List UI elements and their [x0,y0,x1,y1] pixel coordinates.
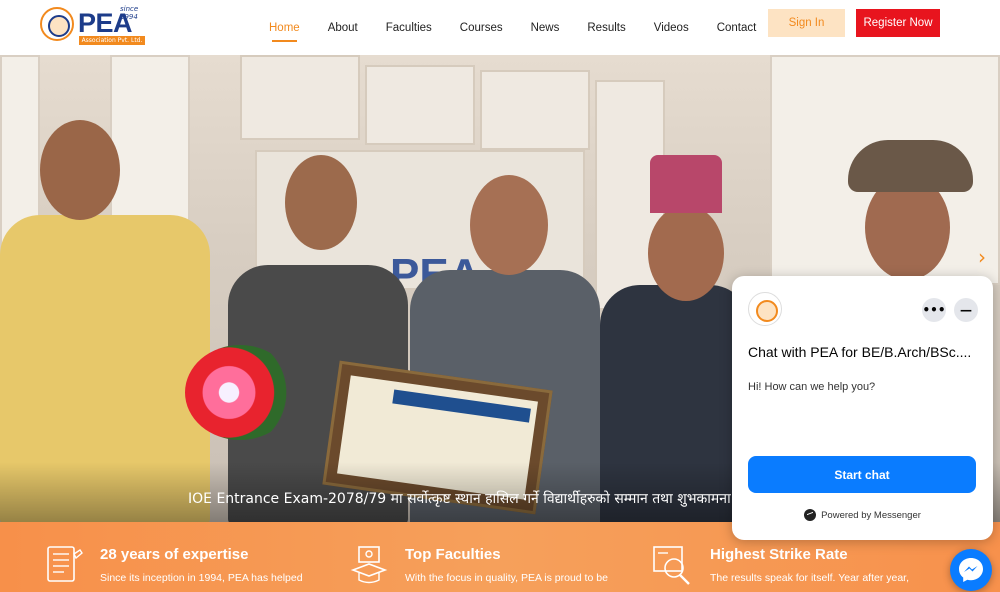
teacher-board-icon [350,546,388,584]
flower-bouquet [185,345,295,440]
feature-desc: The results speak for itself. Year after… [710,572,910,584]
signin-button[interactable]: Sign In [768,9,845,37]
start-chat-button[interactable]: Start chat [748,456,976,493]
hero-caption: IOE Entrance Exam-2078/79 मा सर्वोत्कृष्… [188,491,731,507]
nav-contact[interactable]: Contact [717,22,757,34]
minimize-icon[interactable]: — [954,298,978,322]
more-options-icon[interactable]: ••• [922,298,946,322]
flat-cap [848,140,973,192]
nav-about[interactable]: About [328,22,358,34]
dhaka-topi [650,155,722,213]
feature-desc: Since its inception in 1994, PEA has hel… [100,572,303,584]
messenger-icon [959,558,983,582]
person-head [285,155,357,250]
register-button[interactable]: Register Now [856,9,940,37]
powered-by-messenger: Powered by Messenger [732,509,993,521]
search-target-icon [653,546,690,585]
wall-cabinet [240,55,360,140]
feature-title: Top Faculties [405,546,501,563]
nav-news[interactable]: News [531,22,560,34]
feature-title: Highest Strike Rate [710,546,848,563]
site-header: since 1994 PEA Association Pvt. Ltd. Hom… [0,0,1000,55]
nav-home[interactable]: Home [269,22,300,42]
messenger-mini-icon [804,509,817,521]
pea-logo[interactable]: since 1994 PEA Association Pvt. Ltd. [40,4,148,45]
wall-cabinet [480,70,590,150]
nav-faculties[interactable]: Faculties [386,22,432,34]
wall-cabinet [365,65,475,145]
powered-by-text: Powered by Messenger [821,509,921,521]
main-nav: Home About Faculties Courses News Result… [255,0,770,55]
feature-desc: With the focus in quality, PEA is proud … [405,572,608,584]
messenger-launcher-button[interactable] [950,549,992,591]
nav-videos[interactable]: Videos [654,22,689,34]
document-list-icon [47,546,83,582]
logo-seal-icon [40,7,74,41]
slider-next-icon[interactable]: › [978,247,996,267]
nav-results[interactable]: Results [587,22,625,34]
page-avatar [748,292,782,326]
nav-courses[interactable]: Courses [460,22,503,34]
chat-title: Chat with PEA for BE/B.Arch/BSc.... [748,344,972,360]
person-head [648,205,724,301]
feature-title: 28 years of expertise [100,546,249,563]
logo-brand-name: PEA [78,8,133,38]
logo-subtitle: Association Pvt. Ltd. [79,36,145,45]
chat-greeting: Hi! How can we help you? [748,381,876,393]
left-shelf [110,55,190,235]
person-head [40,120,120,220]
messenger-chat-panel: ••• — Chat with PEA for BE/B.Arch/BSc...… [732,276,993,540]
person-head [470,175,548,275]
